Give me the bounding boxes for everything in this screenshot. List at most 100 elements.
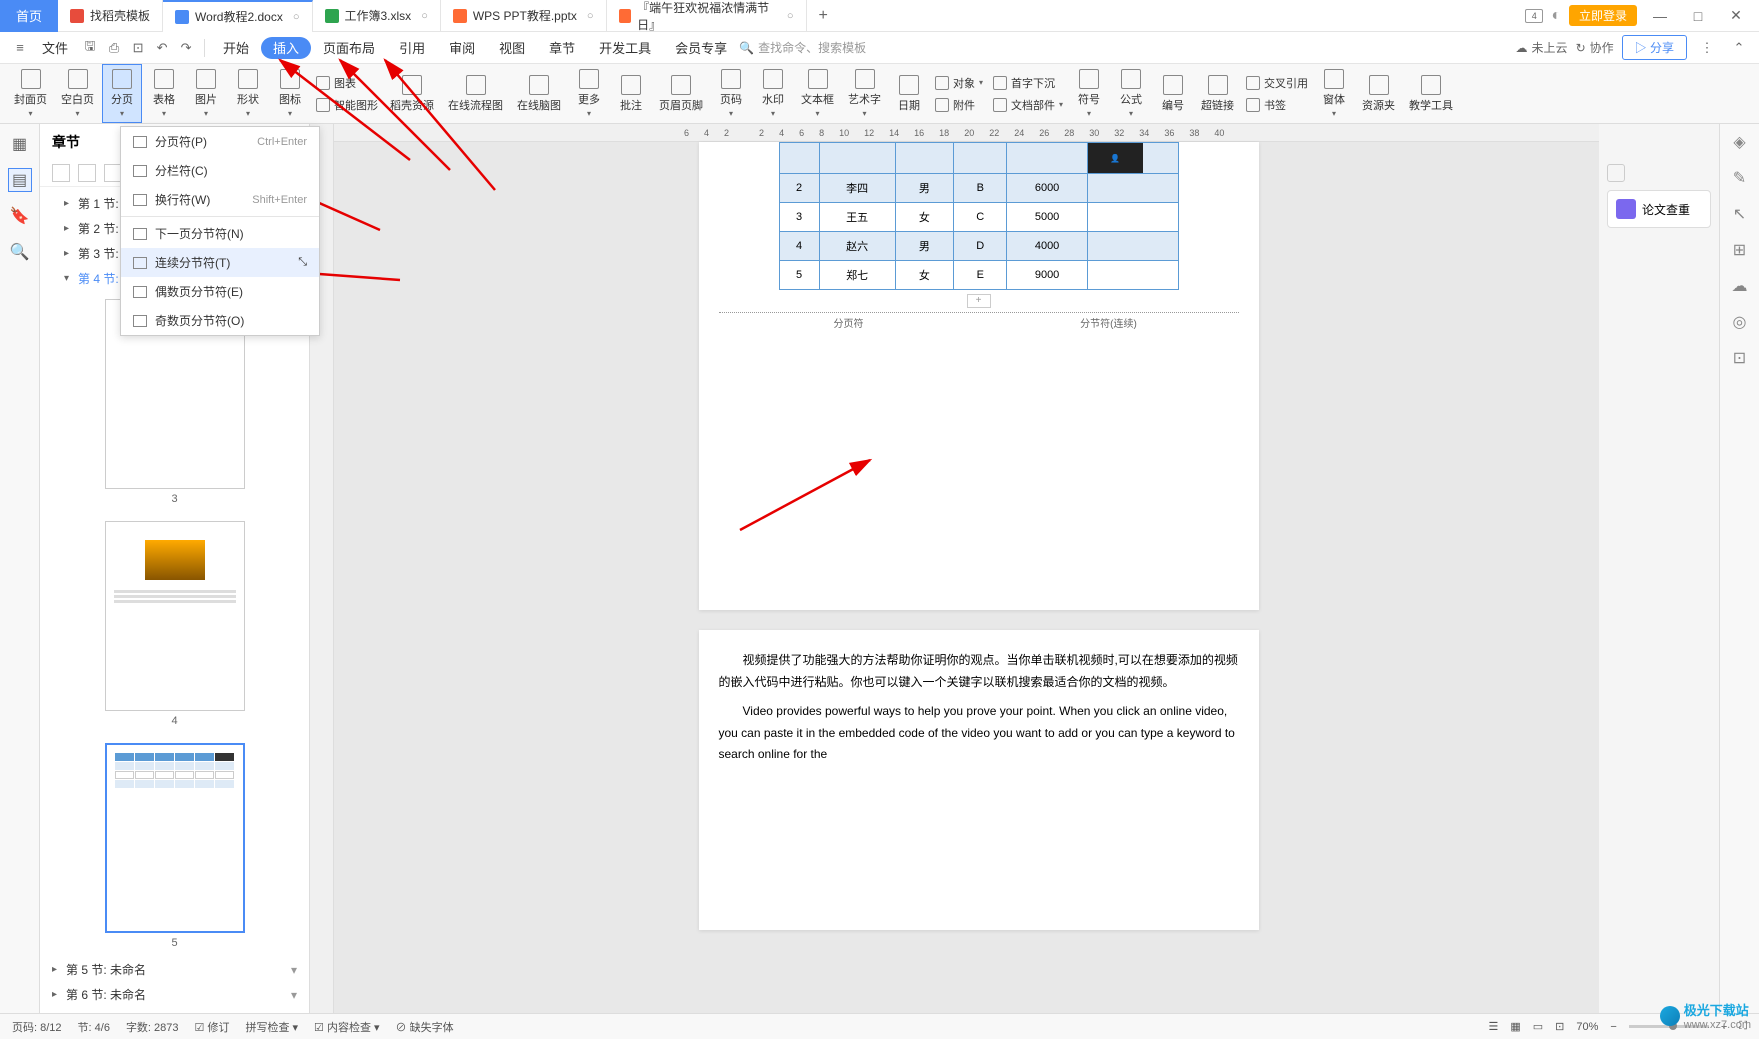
location-icon[interactable]: ◎ [1733,312,1747,332]
ribbon-resource[interactable]: 稻壳资源 [384,71,440,117]
dropdown-even-section[interactable]: 偶数页分节符(E) [121,277,319,306]
ribbon-blank-page[interactable]: 空白页▾ [55,65,100,122]
ribbon-object[interactable]: 对象▾ [931,73,987,93]
ribbon-attachment[interactable]: 附件 [931,95,987,115]
add-row-button[interactable]: + [967,294,991,308]
page-thumbnail[interactable] [105,521,245,711]
status-edit[interactable]: ☑ 修订 [195,1019,230,1035]
ribbon-hyperlink[interactable]: 超链接 [1195,71,1240,117]
ribbon-more[interactable]: 更多▾ [569,65,609,122]
menu-tab-member[interactable]: 会员专享 [663,32,739,64]
save-icon[interactable]: 🖫 [78,36,102,60]
tab-word-doc[interactable]: Word教程2.docx ○ [163,0,312,32]
ribbon-bookmark[interactable]: 书签 [1242,95,1312,115]
page-thumbnail[interactable] [105,743,245,933]
more-icon[interactable]: ⋮ [1695,36,1719,60]
maximize-button[interactable]: □ [1683,1,1713,31]
close-icon[interactable]: ○ [787,10,794,22]
close-button[interactable]: ✕ [1721,1,1751,31]
menu-tab-insert[interactable]: 插入 [261,37,311,59]
file-menu[interactable]: 文件 [32,38,78,57]
status-missing-font[interactable]: ⊘ 缺失字体 [396,1019,454,1035]
data-table[interactable]: 👤 2李四男B6000 3王五女C5000 4赵六男D4000 5郑七女E900… [779,142,1179,290]
badge-icon[interactable]: 4 [1525,9,1543,23]
ribbon-header-footer[interactable]: 页眉页脚 [653,71,709,117]
close-icon[interactable]: ○ [587,10,594,22]
menu-tab-start[interactable]: 开始 [211,32,261,64]
tab-ppt[interactable]: WPS PPT教程.pptx ○ [441,0,607,32]
zoom-level[interactable]: 70% [1576,1021,1598,1033]
ribbon-flowchart[interactable]: 在线流程图 [442,71,509,117]
ribbon-teaching[interactable]: 教学工具 [1403,71,1459,117]
diamond-icon[interactable]: ◈ [1733,132,1745,152]
dropdown-next-page-section[interactable]: 下一页分节符(N) [121,219,319,248]
print-icon[interactable]: ⎙ [102,36,126,60]
menu-tab-reference[interactable]: 引用 [387,32,437,64]
dropdown-line-break[interactable]: 换行符(W)Shift+Enter [121,185,319,214]
document-page[interactable]: 👤 2李四男B6000 3王五女C5000 4赵六男D4000 5郑七女E900… [699,142,1259,610]
ribbon-watermark[interactable]: 水印▾ [753,65,793,122]
outline-icon[interactable]: ▦ [8,132,32,156]
preview-icon[interactable]: ⊡ [126,36,150,60]
collapse-icon[interactable]: ⌃ [1727,36,1751,60]
float-tool-icon[interactable] [1607,164,1625,182]
chapter-item[interactable]: ▸第 6 节: 未命名▾ [40,982,309,1007]
bookmark-icon[interactable]: 🔖 [8,204,32,228]
login-button[interactable]: 立即登录 [1569,5,1637,26]
view-mode-icon[interactable]: ▦ [1510,1020,1520,1033]
settings-icon[interactable]: ⊞ [1733,240,1746,260]
view-mode-icon[interactable]: ⊡ [1555,1020,1564,1033]
ribbon-form[interactable]: 窗体▾ [1314,65,1354,122]
redo-icon[interactable]: ↷ [174,36,198,60]
notification-icon[interactable]: ◐ [1551,7,1561,25]
pencil-icon[interactable]: ✎ [1733,168,1746,188]
menu-tab-layout[interactable]: 页面布局 [311,32,387,64]
menu-icon[interactable]: ≡ [8,36,32,60]
tool-icon[interactable] [52,164,70,182]
status-doccheck[interactable]: ☑ 内容检查 ▾ [314,1019,380,1035]
ribbon-date[interactable]: 日期 [889,71,929,117]
ribbon-cover-page[interactable]: 封面页▾ [8,65,53,122]
ribbon-table[interactable]: 表格▾ [144,65,184,122]
ribbon-number[interactable]: 编号 [1153,71,1193,117]
cloud-icon[interactable]: ☁ [1732,276,1748,296]
zoom-out-button[interactable]: − [1610,1021,1616,1033]
cloud-button[interactable]: ☁ 未上云 [1516,39,1568,56]
status-section[interactable]: 节: 4/6 [78,1019,110,1035]
search-box[interactable]: 🔍 查找命令、搜索模板 [739,39,866,56]
ribbon-icon[interactable]: 图标▾ [270,65,310,122]
ribbon-page-number[interactable]: 页码▾ [711,65,751,122]
document-area[interactable]: 642246810121416182022242628303234363840 … [334,124,1599,1013]
chapter-icon[interactable]: ▤ [8,168,32,192]
view-mode-icon[interactable]: ☰ [1488,1020,1498,1033]
ribbon-mindmap[interactable]: 在线脑图 [511,71,567,117]
ribbon-crossref[interactable]: 交叉引用 [1242,73,1312,93]
minimize-button[interactable]: — [1645,1,1675,31]
ribbon-comment[interactable]: 批注 [611,71,651,117]
ribbon-smart-shape[interactable]: 智能图形 [312,95,382,115]
paragraph[interactable]: Video provides powerful ways to help you… [719,701,1239,766]
ribbon-textbox[interactable]: 文本框▾ [795,65,840,122]
dropdown-continuous-section[interactable]: 连续分节符(T)⤡ [121,248,319,277]
find-icon[interactable]: 🔍 [8,240,32,264]
menu-tab-view[interactable]: 视图 [487,32,537,64]
close-icon[interactable]: ○ [293,11,300,23]
status-spell[interactable]: 拼写检查 ▾ [245,1019,298,1035]
view-mode-icon[interactable]: ▭ [1533,1020,1543,1033]
home-tab[interactable]: 首页 [0,0,58,32]
ribbon-docparts[interactable]: 文档部件▾ [989,95,1067,115]
undo-icon[interactable]: ↶ [150,36,174,60]
menu-tab-chapter[interactable]: 章节 [537,32,587,64]
ribbon-page-break[interactable]: 分页▾ [102,64,142,123]
dropdown-page-break[interactable]: 分页符(P)Ctrl+Enter [121,127,319,156]
share-button[interactable]: ▷ 分享 [1622,35,1687,60]
tab-excel[interactable]: 工作簿3.xlsx ○ [313,0,441,32]
grid-icon[interactable]: ⊡ [1733,348,1746,368]
dropdown-column-break[interactable]: 分栏符(C) [121,156,319,185]
chapter-item[interactable]: ▸第 5 节: 未命名▾ [40,957,309,982]
ribbon-symbol[interactable]: 符号▾ [1069,65,1109,122]
tab-template[interactable]: 找稻壳模板 [58,0,163,32]
dropdown-odd-section[interactable]: 奇数页分节符(O) [121,306,319,335]
status-page[interactable]: 页码: 8/12 [12,1019,62,1035]
cursor-icon[interactable]: ↖ [1733,204,1746,224]
